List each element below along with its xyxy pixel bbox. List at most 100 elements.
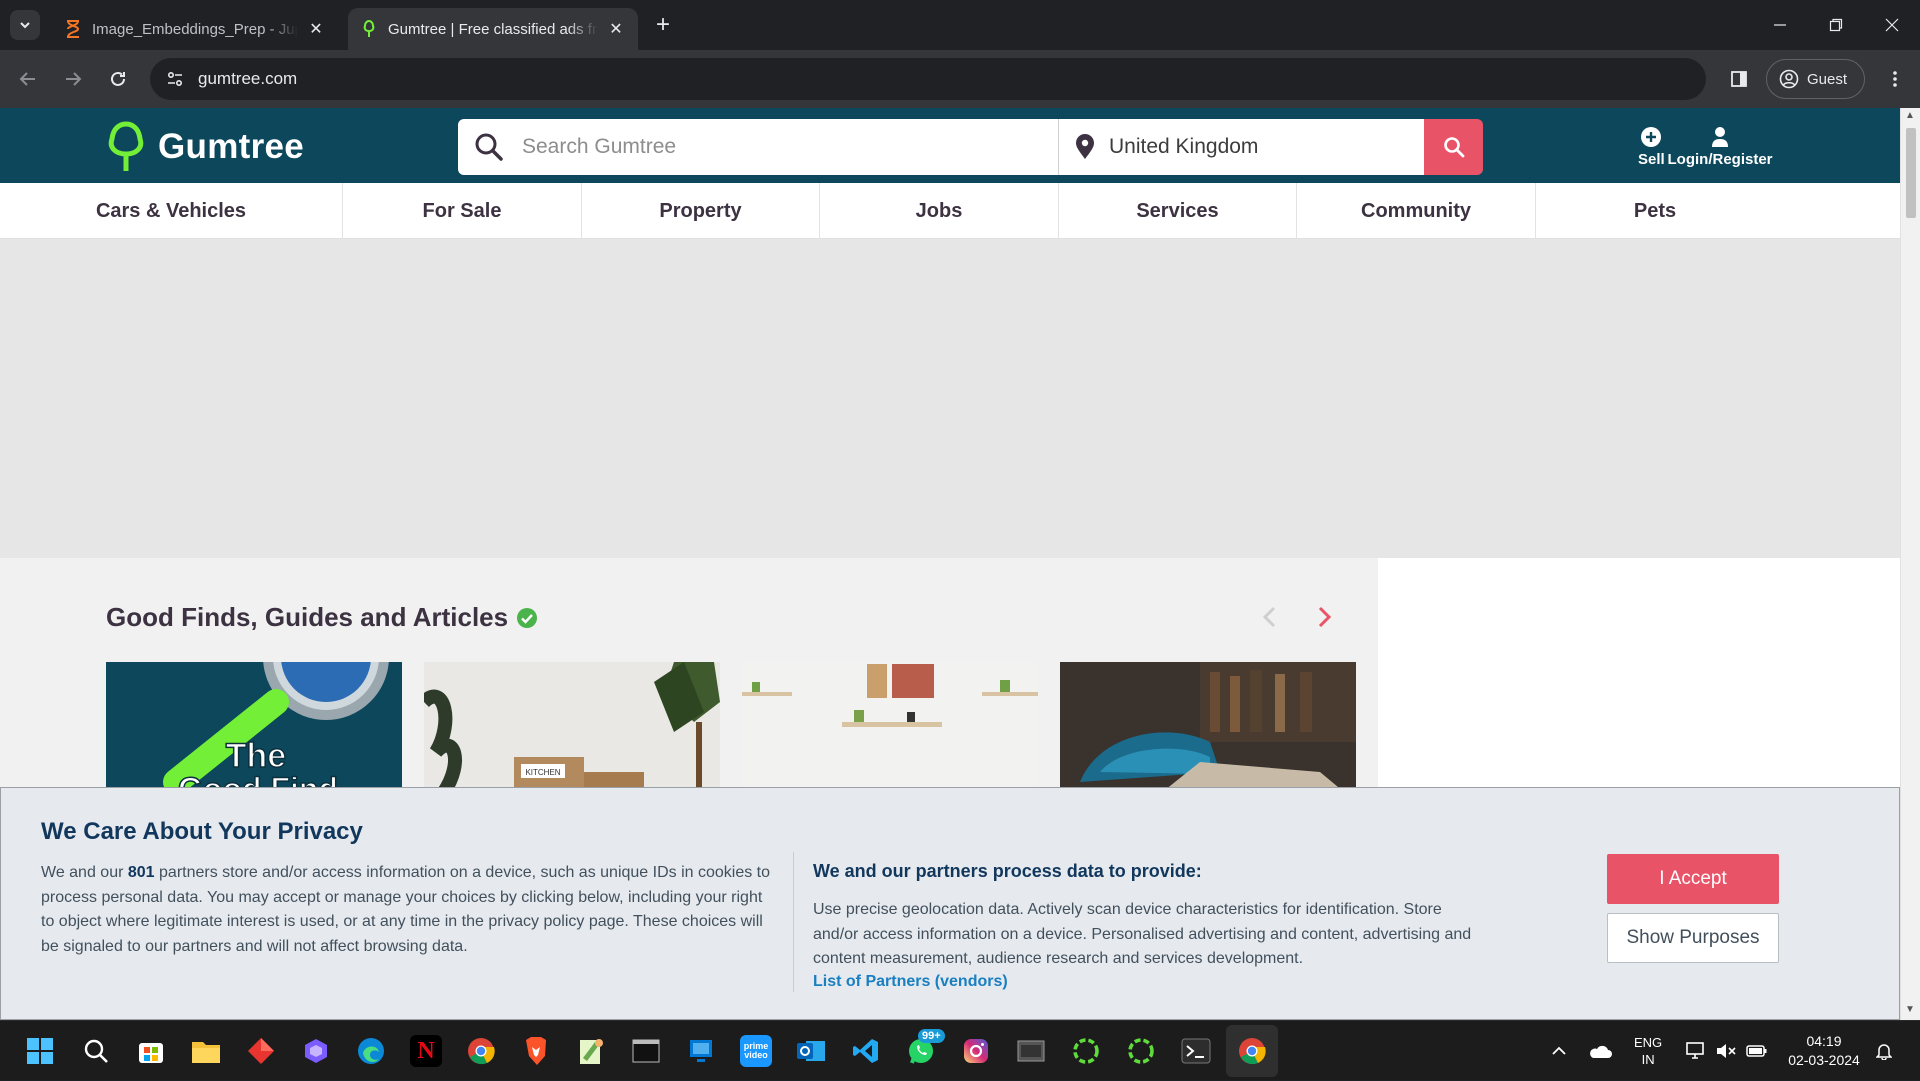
file-explorer-icon[interactable] — [190, 1035, 222, 1067]
netflix-icon[interactable]: N — [410, 1035, 442, 1067]
browser-menu-button[interactable] — [1880, 64, 1910, 94]
copilot-icon[interactable] — [300, 1035, 332, 1067]
tab-search-button[interactable] — [10, 10, 40, 40]
magnifier-illustration: The Good Find — [163, 662, 389, 802]
search-box[interactable]: Search Gumtree — [458, 119, 1058, 175]
verified-check-icon — [517, 607, 538, 628]
close-window-button[interactable] — [1864, 0, 1920, 50]
instagram-icon[interactable] — [960, 1035, 992, 1067]
terminal-icon[interactable] — [1180, 1035, 1212, 1067]
language-indicator[interactable]: ENG IN — [1634, 1021, 1662, 1081]
close-tab-icon[interactable]: ✕ — [606, 19, 626, 39]
category-services[interactable]: Services — [1059, 183, 1297, 239]
category-community[interactable]: Community — [1297, 183, 1536, 239]
scrollbar-thumb[interactable] — [1906, 128, 1916, 218]
accept-button[interactable]: I Accept — [1607, 854, 1779, 904]
show-purposes-button[interactable]: Show Purposes — [1607, 913, 1779, 963]
back-button[interactable] — [13, 64, 43, 94]
reload-button[interactable] — [103, 64, 133, 94]
category-cars-vehicles[interactable]: Cars & Vehicles — [0, 183, 343, 239]
article-card-moving[interactable]: KITCHEN — [424, 662, 720, 802]
loading-app-icon[interactable] — [1070, 1035, 1102, 1067]
network-icon[interactable] — [1686, 1021, 1708, 1081]
minimize-button[interactable] — [1752, 0, 1808, 50]
article-card-shelves[interactable] — [742, 662, 1038, 802]
virtual-machine-icon[interactable] — [1015, 1035, 1047, 1067]
microsoft-store-icon[interactable] — [135, 1035, 167, 1067]
carousel-next-button[interactable] — [1318, 604, 1332, 635]
privacy-text: We and our 801 partners store and/or acc… — [41, 861, 771, 959]
windows-taskbar: N prime video 99+ ENG IN 04:19 02-03-202… — [0, 1020, 1920, 1080]
app-red-diamond-icon[interactable] — [245, 1035, 277, 1067]
ad-placeholder — [0, 239, 1900, 558]
sell-link[interactable]: Sell — [1638, 126, 1665, 168]
scroll-up-icon[interactable]: ▲ — [1905, 110, 1915, 121]
gumtree-favicon-icon — [360, 20, 378, 38]
restore-button[interactable] — [1808, 0, 1864, 50]
terminal-window-icon[interactable] — [630, 1035, 662, 1067]
system-clock[interactable]: 04:19 02-03-2024 — [1782, 1021, 1866, 1081]
restore-icon — [1829, 18, 1843, 32]
lang-line1: ENG — [1634, 1035, 1663, 1050]
plus-circle-icon — [1641, 127, 1662, 147]
page-scrollbar[interactable]: ▲ ▼ — [1900, 108, 1920, 1020]
loading-app-icon-2[interactable] — [1125, 1035, 1157, 1067]
whatsapp-badge: 99+ — [918, 1029, 945, 1043]
prime-video-icon[interactable]: prime video — [740, 1035, 772, 1067]
privacy-purposes-text: Use precise geolocation data. Actively s… — [813, 901, 1472, 967]
notification-bell-icon[interactable] — [1876, 1021, 1892, 1081]
carousel-prev-button[interactable] — [1262, 604, 1276, 635]
search-icon — [475, 133, 503, 161]
article-card-ironing[interactable] — [1060, 662, 1356, 802]
category-pets[interactable]: Pets — [1536, 183, 1774, 239]
battery-icon[interactable] — [1746, 1021, 1768, 1081]
new-tab-button[interactable]: + — [650, 11, 676, 38]
partners-list-link[interactable]: List of Partners (vendors) — [813, 973, 1008, 991]
browser-toolbar: gumtree.com Guest — [0, 50, 1920, 108]
search-input[interactable]: Search Gumtree — [522, 135, 676, 159]
map-pin-icon — [1076, 134, 1094, 159]
arrow-left-icon — [19, 72, 35, 86]
box-label: KITCHEN — [525, 768, 560, 777]
search-icon[interactable] — [80, 1035, 112, 1067]
privacy-title: We Care About Your Privacy — [41, 818, 363, 845]
windows-start-icon[interactable] — [24, 1035, 56, 1067]
profile-label: Guest — [1807, 70, 1848, 88]
close-tab-icon[interactable]: ✕ — [306, 19, 326, 39]
side-panel-button[interactable] — [1724, 64, 1754, 94]
privacy-text-start: We and our — [41, 864, 128, 881]
login-register-link[interactable]: Login/Register — [1668, 126, 1773, 168]
category-jobs[interactable]: Jobs — [820, 183, 1059, 239]
tab-jupyter[interactable]: Image_Embeddings_Prep - Jupyter ✕ — [52, 8, 338, 50]
search-icon — [1443, 137, 1464, 158]
tray-overflow-icon[interactable] — [1552, 1021, 1566, 1081]
logo-text: Gumtree — [158, 127, 305, 166]
site-info-icon[interactable] — [162, 66, 188, 92]
outlook-icon[interactable] — [795, 1035, 827, 1067]
gumtree-logo[interactable]: Gumtree — [104, 121, 304, 173]
article-card-good-find[interactable]: The Good Find — [106, 662, 402, 802]
chrome-active-icon[interactable] — [1236, 1035, 1268, 1067]
search-submit-button[interactable] — [1424, 119, 1483, 175]
remote-desktop-icon[interactable] — [685, 1035, 717, 1067]
site-header: Gumtree Search Gumtree United Kingdom Se… — [0, 108, 1900, 183]
tab-gumtree[interactable]: Gumtree | Free classified ads from ✕ — [348, 8, 638, 50]
chevron-down-icon — [20, 22, 30, 29]
forward-button[interactable] — [58, 64, 88, 94]
kebab-menu-icon — [1893, 71, 1897, 87]
vscode-icon[interactable] — [850, 1035, 882, 1067]
user-circle-icon — [1779, 69, 1799, 89]
brave-browser-icon[interactable] — [520, 1035, 552, 1067]
category-property[interactable]: Property — [582, 183, 820, 239]
onedrive-cloud-icon[interactable] — [1588, 1021, 1612, 1081]
profile-button[interactable]: Guest — [1766, 59, 1865, 99]
edge-browser-icon[interactable] — [355, 1035, 387, 1067]
address-bar[interactable]: gumtree.com — [150, 58, 1706, 100]
notepad-plus-icon[interactable] — [575, 1035, 607, 1067]
clock-time: 04:19 — [1806, 1033, 1842, 1049]
chrome-icon[interactable] — [465, 1035, 497, 1067]
location-input[interactable]: United Kingdom — [1058, 119, 1424, 175]
scroll-down-icon[interactable]: ▼ — [1905, 1004, 1915, 1015]
volume-muted-icon[interactable] — [1716, 1021, 1736, 1081]
category-for-sale[interactable]: For Sale — [343, 183, 582, 239]
